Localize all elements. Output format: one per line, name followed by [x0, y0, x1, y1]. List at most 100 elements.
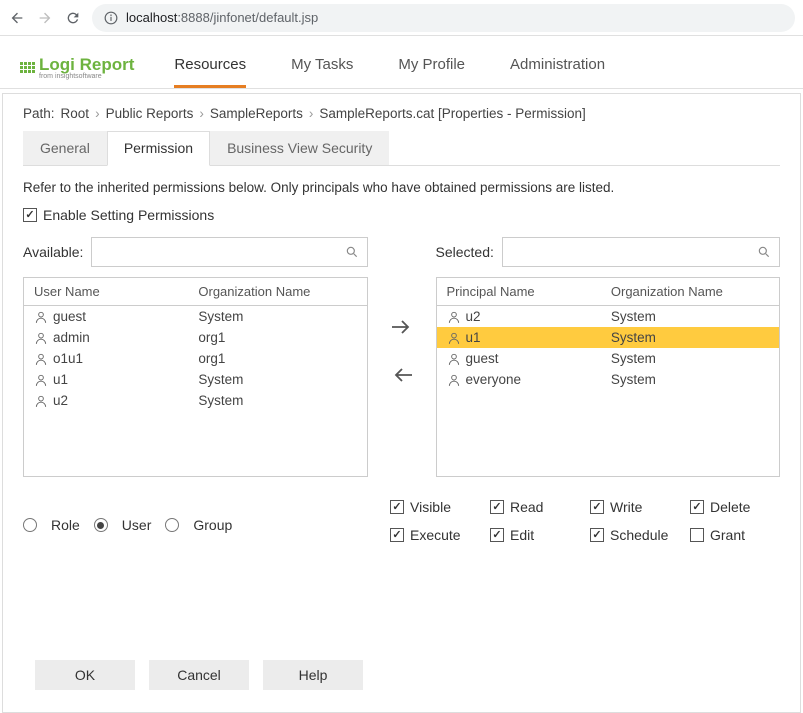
chk-delete[interactable] — [690, 500, 704, 514]
tab-general[interactable]: General — [23, 131, 107, 165]
row-name: admin — [53, 330, 90, 345]
list-row[interactable]: u2System — [24, 390, 367, 411]
list-row[interactable]: guest System — [437, 348, 780, 369]
selected-panel: Selected: Principal Name Organization Na… — [436, 237, 781, 477]
nav-myprofile[interactable]: My Profile — [398, 46, 465, 88]
available-header-org[interactable]: Organization Name — [188, 278, 366, 305]
person-icon — [34, 352, 48, 366]
chk-write-label: Write — [610, 499, 642, 515]
breadcrumb: Path: Root › Public Reports › SampleRepo… — [23, 106, 780, 121]
available-search[interactable] — [91, 237, 367, 267]
selected-label: Selected: — [436, 244, 494, 260]
available-panel: Available: User Name Organization Name g… — [23, 237, 368, 477]
search-icon — [345, 245, 359, 259]
remove-button[interactable] — [388, 365, 416, 385]
logo-text: Logi Report — [39, 55, 134, 75]
chk-visible-label: Visible — [410, 499, 451, 515]
row-name: guest — [466, 351, 499, 366]
enable-permissions-checkbox[interactable] — [23, 208, 37, 222]
list-row[interactable]: admin org1 — [24, 327, 367, 348]
row-name: u1 — [466, 330, 481, 345]
chk-visible[interactable] — [390, 500, 404, 514]
list-row[interactable]: o1u1 org1 — [24, 348, 367, 369]
add-button[interactable] — [388, 317, 416, 337]
selected-header-org[interactable]: Organization Name — [601, 278, 779, 305]
chk-grant-label: Grant — [710, 527, 745, 543]
chk-read[interactable] — [490, 500, 504, 514]
row-org: System — [601, 306, 779, 327]
chevron-right-icon: › — [309, 106, 314, 121]
row-name: everyone — [466, 372, 522, 387]
breadcrumb-label: Path: — [23, 106, 55, 121]
list-row[interactable]: guestSystem — [24, 306, 367, 327]
forward-button[interactable] — [36, 9, 54, 27]
url-text: localhost:8888/jinfonet/default.jsp — [126, 10, 318, 25]
row-name: o1u1 — [53, 351, 83, 366]
chk-grant[interactable] — [690, 528, 704, 542]
nav-administration[interactable]: Administration — [510, 46, 605, 88]
breadcrumb-current: SampleReports.cat [Properties - Permissi… — [319, 106, 585, 121]
radio-group-label: Group — [193, 517, 232, 533]
row-name: u2 — [466, 309, 481, 324]
row-org: System — [601, 348, 779, 369]
person-icon — [34, 331, 48, 345]
permission-checkboxes: Visible Read Write Delete Execute Edit S… — [390, 499, 780, 543]
ok-button[interactable]: OK — [35, 660, 135, 690]
row-org: System — [601, 369, 779, 390]
chk-schedule[interactable] — [590, 528, 604, 542]
chk-schedule-label: Schedule — [610, 527, 668, 543]
chevron-right-icon: › — [95, 106, 100, 121]
radio-user[interactable] — [94, 518, 108, 532]
enable-permissions-label: Enable Setting Permissions — [43, 207, 214, 223]
available-search-input[interactable] — [100, 245, 344, 260]
radio-group[interactable] — [165, 518, 179, 532]
main-nav: Resources My Tasks My Profile Administra… — [174, 46, 605, 88]
person-icon — [447, 352, 461, 366]
person-icon — [34, 310, 48, 324]
chk-write[interactable] — [590, 500, 604, 514]
browser-toolbar: localhost:8888/jinfonet/default.jsp — [0, 0, 803, 36]
back-button[interactable] — [8, 9, 26, 27]
breadcrumb-root[interactable]: Root — [61, 106, 90, 121]
list-row[interactable]: u1 System — [437, 327, 780, 348]
person-icon — [447, 310, 461, 324]
info-text: Refer to the inherited permissions below… — [23, 180, 780, 195]
chk-read-label: Read — [510, 499, 543, 515]
nav-mytasks[interactable]: My Tasks — [291, 46, 353, 88]
available-header-username[interactable]: User Name — [24, 278, 188, 305]
row-org: System — [601, 327, 779, 348]
chk-execute[interactable] — [390, 528, 404, 542]
tab-business-view-security[interactable]: Business View Security — [210, 131, 389, 165]
breadcrumb-public-reports[interactable]: Public Reports — [106, 106, 194, 121]
tab-permission[interactable]: Permission — [107, 131, 210, 166]
selected-table: Principal Name Organization Name u2 Syste… — [436, 277, 781, 477]
chk-execute-label: Execute — [410, 527, 461, 543]
list-row[interactable]: u2 System — [437, 306, 780, 327]
chk-edit-label: Edit — [510, 527, 534, 543]
selected-search-input[interactable] — [511, 245, 757, 260]
row-org: org1 — [188, 348, 366, 369]
row-name: u1 — [53, 372, 68, 387]
cancel-button[interactable]: Cancel — [149, 660, 249, 690]
row-name: guest — [53, 309, 86, 324]
row-org: org1 — [188, 327, 366, 348]
list-row[interactable]: u1 System — [24, 369, 367, 390]
search-icon — [757, 245, 771, 259]
help-button[interactable]: Help — [263, 660, 363, 690]
row-org: System — [188, 369, 366, 390]
logo: Logi Report from insightsoftware — [20, 55, 134, 80]
chk-edit[interactable] — [490, 528, 504, 542]
radio-user-label: User — [122, 517, 152, 533]
radio-role[interactable] — [23, 518, 37, 532]
list-row[interactable]: everyone System — [437, 369, 780, 390]
selected-header-principal[interactable]: Principal Name — [437, 278, 601, 305]
transfer-arrows — [388, 237, 416, 385]
selected-search[interactable] — [502, 237, 780, 267]
app-header: Logi Report from insightsoftware Resourc… — [0, 36, 803, 89]
person-icon — [447, 373, 461, 387]
breadcrumb-sample-reports[interactable]: SampleReports — [210, 106, 303, 121]
address-bar[interactable]: localhost:8888/jinfonet/default.jsp — [92, 4, 795, 32]
reload-button[interactable] — [64, 9, 82, 27]
nav-resources[interactable]: Resources — [174, 46, 246, 88]
person-icon — [34, 394, 48, 408]
